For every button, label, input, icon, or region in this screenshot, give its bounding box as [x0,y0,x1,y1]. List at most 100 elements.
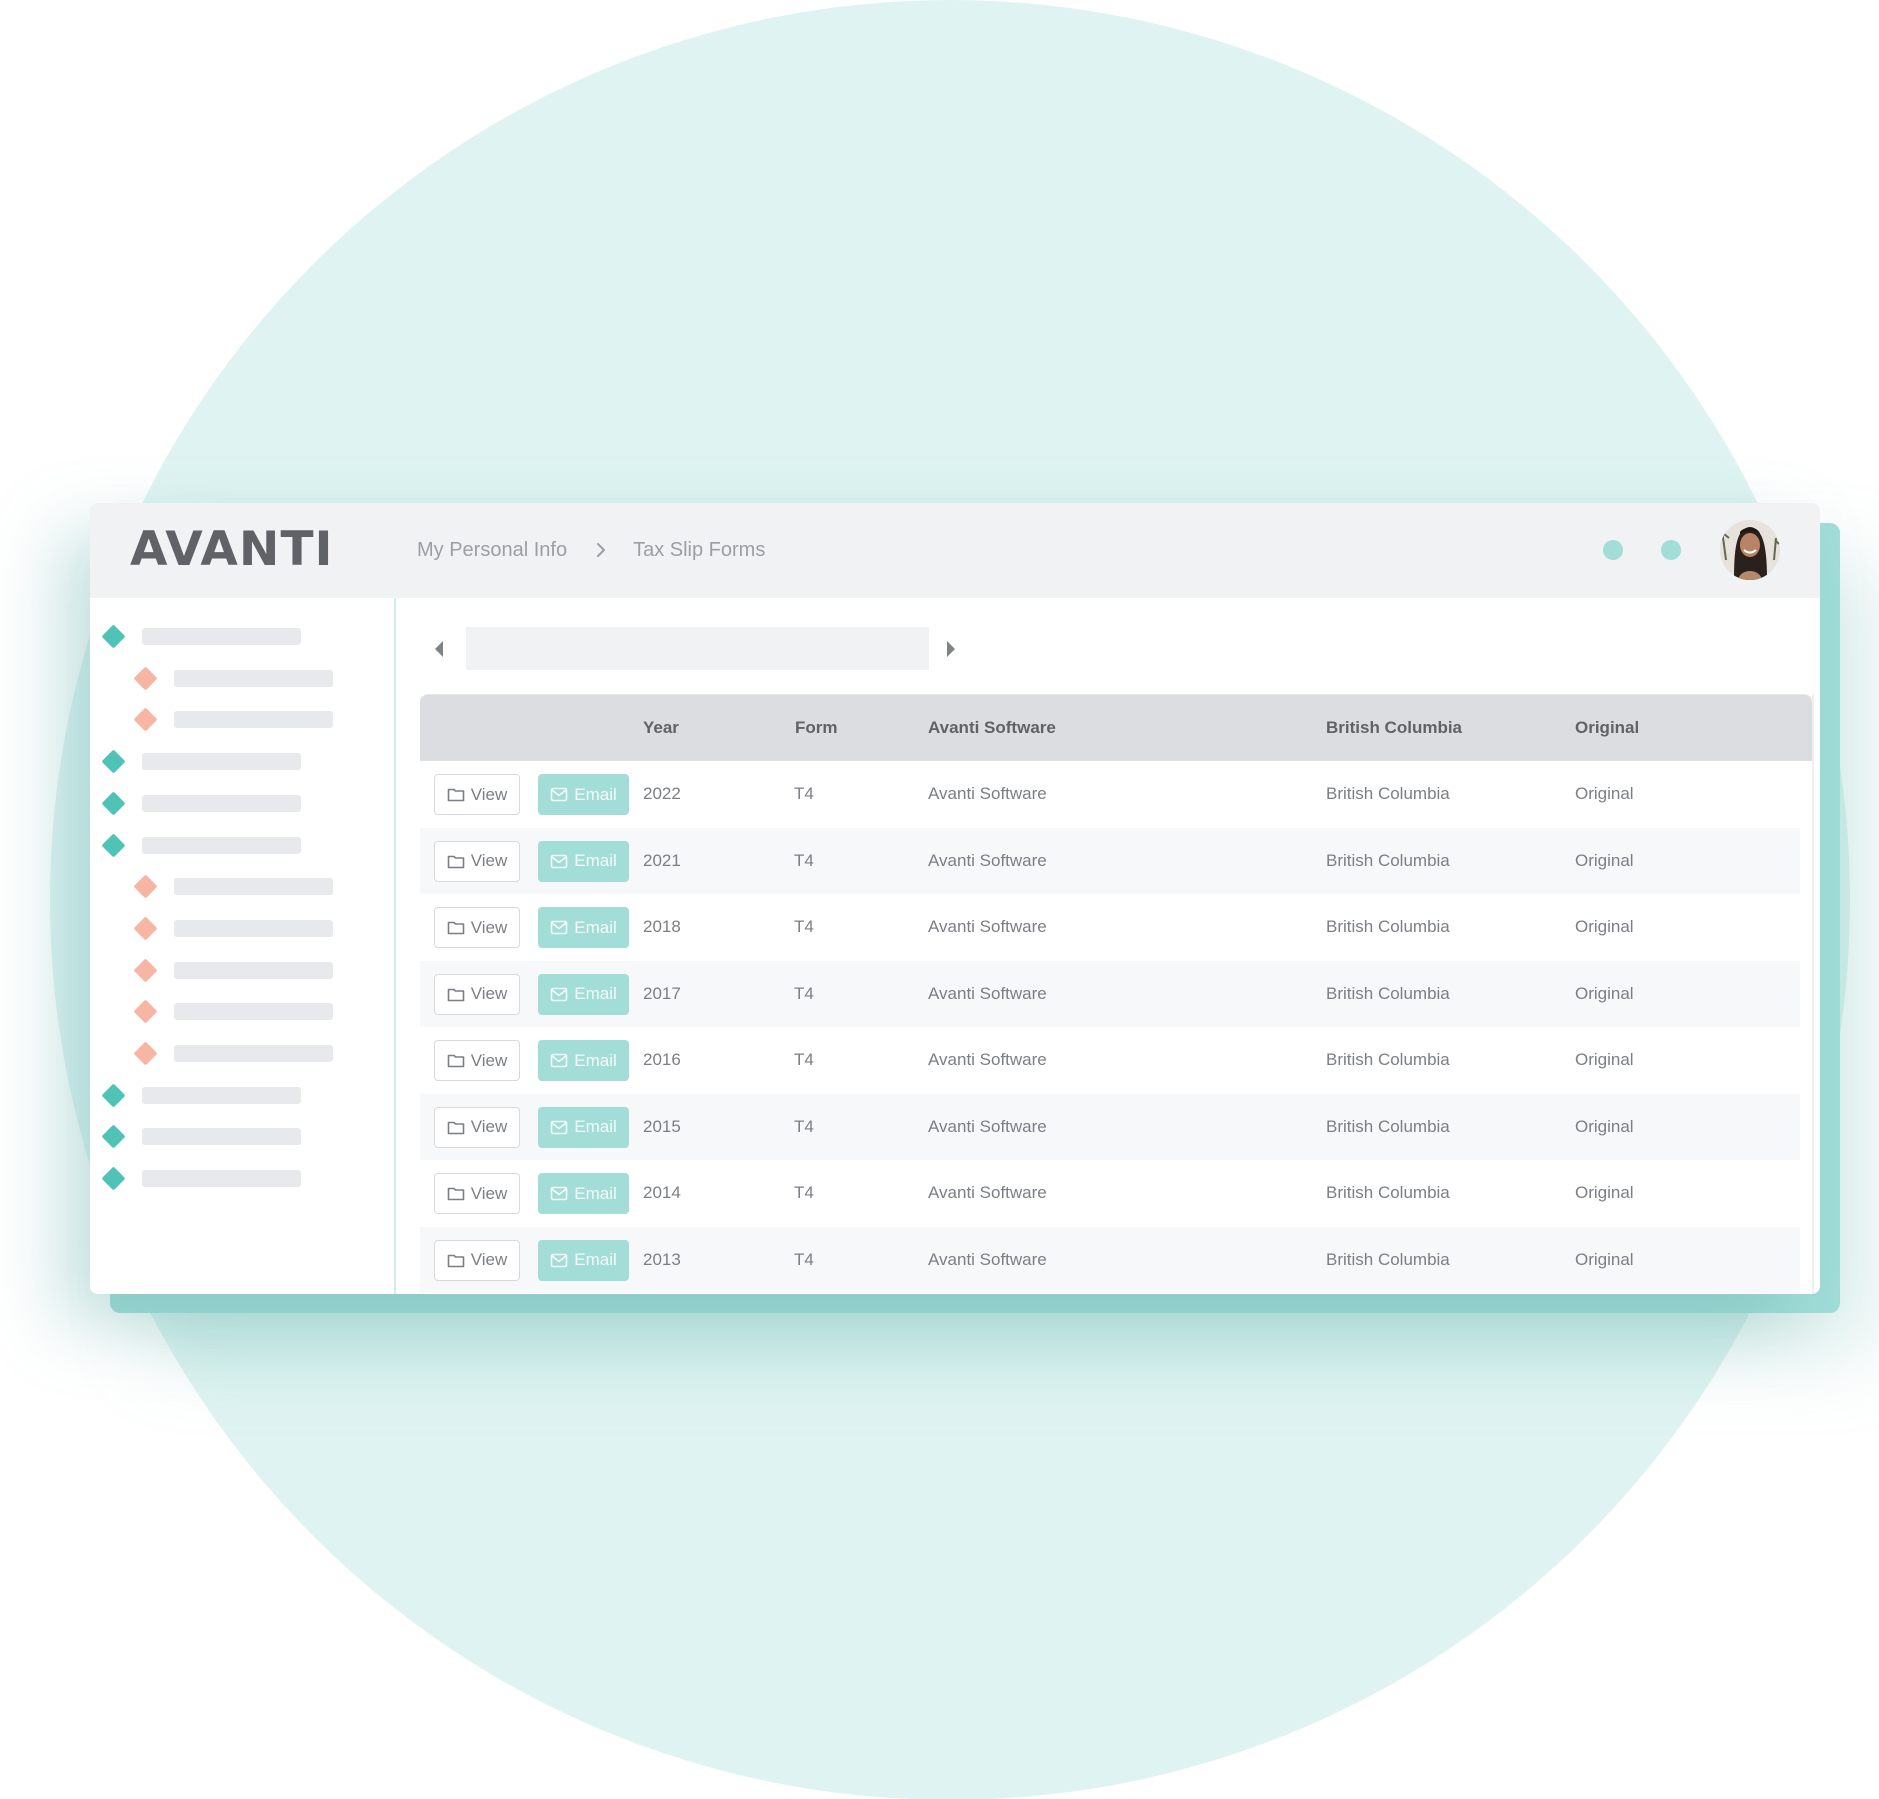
email-button[interactable]: Email [538,1173,629,1214]
caret-right-icon[interactable] [944,638,958,660]
column-header-province[interactable]: British Columbia [1326,717,1462,739]
diamond-salmon-icon [133,1040,158,1066]
breadcrumb: My Personal Info Tax Slip Forms [417,537,765,563]
diamond-teal-icon [101,748,126,774]
user-avatar[interactable] [1720,520,1780,580]
breadcrumb-my-personal-info[interactable]: My Personal Info [417,537,567,563]
view-button[interactable]: View [434,840,520,882]
email-button[interactable]: Email [538,1040,629,1081]
sidebar-item-label-placeholder [142,794,301,812]
cell-type: Original [1575,1050,1634,1069]
sidebar-item[interactable] [101,832,301,858]
folder-icon [447,987,465,1002]
sidebar-item-label-placeholder [174,1044,333,1062]
column-header-issuer[interactable]: Avanti Software [928,717,1056,739]
table-row: View Email 2013 T4 Avanti Software British Co… [420,1226,1800,1293]
view-button[interactable]: View [434,1040,520,1081]
cell-year: 2016 [643,1050,681,1069]
cell-province: British Columbia [1326,917,1450,936]
email-button-label: Email [574,1117,617,1136]
sidebar-item[interactable] [133,706,333,732]
email-button[interactable]: Email [538,1106,629,1148]
view-button[interactable]: View [434,774,520,815]
diamond-salmon-icon [133,665,158,691]
diamond-teal-icon [101,1082,126,1108]
sidebar-item[interactable] [101,1082,301,1108]
cell-type: Original [1575,983,1634,1003]
sidebar-item[interactable] [133,915,333,941]
view-button[interactable]: View [434,1106,520,1148]
table-row: View Email 2018 T4 Avanti Software British Co… [420,894,1800,961]
column-header-form[interactable]: Form [795,717,838,739]
cell-type: Original [1575,1116,1634,1136]
column-header-type[interactable]: Original [1575,717,1639,739]
email-button-label: Email [574,1183,617,1203]
cell-issuer: Avanti Software [928,917,1047,936]
sidebar-item[interactable] [101,623,301,649]
view-button[interactable]: View [434,907,520,948]
email-button[interactable]: Email [538,907,629,948]
view-button-label: View [470,1250,508,1269]
view-button-label: View [470,1117,508,1136]
cell-form: T4 [794,983,814,1003]
view-button[interactable]: View [434,973,520,1015]
sidebar-item[interactable] [133,957,333,983]
cell-province: British Columbia [1326,1116,1450,1136]
sidebar [90,598,396,1294]
diamond-salmon-icon [133,957,158,983]
folder-icon [447,1253,465,1268]
email-button[interactable]: Email [538,774,629,815]
sidebar-item[interactable] [101,1165,301,1191]
cell-province: British Columbia [1326,1183,1450,1202]
cell-type: Original [1575,850,1634,870]
cell-year: 2017 [643,983,681,1003]
diamond-salmon-icon [133,706,158,732]
email-button-label: Email [574,784,617,804]
cell-form: T4 [794,1249,814,1269]
view-button-label: View [470,851,508,870]
cell-province: British Columbia [1326,1249,1450,1269]
status-dot[interactable] [1661,540,1681,560]
folder-icon [447,1120,465,1135]
sidebar-item[interactable] [133,1040,333,1066]
sidebar-item[interactable] [101,1123,301,1149]
cell-year: 2013 [643,1249,681,1269]
cell-type: Original [1575,1249,1634,1269]
email-button[interactable]: Email [538,973,629,1015]
view-button-label: View [470,784,508,804]
email-button[interactable]: Email [538,840,629,882]
cell-issuer: Avanti Software [928,1183,1047,1202]
email-button[interactable]: Email [538,1239,629,1281]
sidebar-item[interactable] [133,998,333,1024]
pager-track[interactable] [466,627,929,670]
scrollbar[interactable] [1812,694,1814,1294]
column-header-year[interactable]: Year [643,717,679,739]
diamond-teal-icon [101,1165,126,1191]
status-dot[interactable] [1603,540,1623,560]
view-button[interactable]: View [434,1239,520,1281]
caret-left-icon[interactable] [432,638,446,660]
cell-issuer: Avanti Software [928,850,1047,870]
view-button-label: View [470,917,508,937]
email-button-label: Email [574,1050,617,1070]
sidebar-item[interactable] [101,790,301,816]
folder-icon [447,787,465,802]
cell-year: 2021 [643,850,681,870]
sidebar-item-label-placeholder [174,877,333,895]
diamond-salmon-icon [133,915,158,941]
view-button[interactable]: View [434,1173,520,1214]
envelope-icon [550,854,568,869]
envelope-icon [550,987,568,1002]
envelope-icon [550,920,568,935]
breadcrumb-tax-slip-forms[interactable]: Tax Slip Forms [633,537,765,563]
sidebar-item[interactable] [101,748,301,774]
sidebar-item[interactable] [133,873,333,899]
avanti-logo[interactable]: AVANTI [130,525,334,575]
cell-province: British Columbia [1326,983,1450,1003]
sidebar-item[interactable] [133,665,333,691]
cell-issuer: Avanti Software [928,1050,1047,1069]
table-header: Year Form Avanti Software British Columb… [420,694,1812,761]
cell-form: T4 [794,917,814,936]
sidebar-item-label-placeholder [174,669,333,687]
cell-form: T4 [794,784,814,803]
